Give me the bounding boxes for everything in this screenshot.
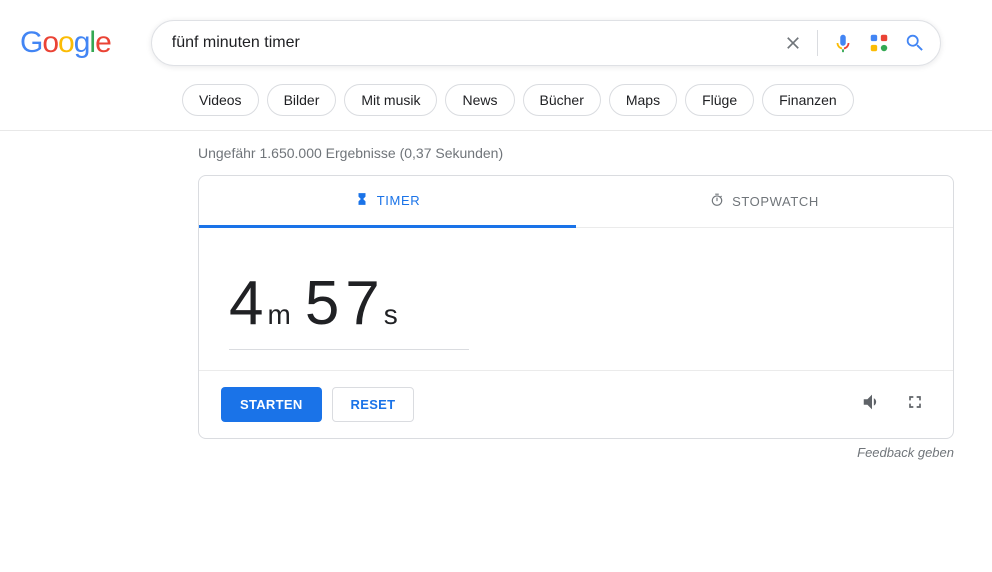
logo-char: o	[58, 26, 74, 60]
clear-icon[interactable]	[783, 33, 803, 53]
result-stats: Ungefähr 1.650.000 Ergebnisse (0,37 Seku…	[0, 131, 992, 175]
header: G o o g l e	[0, 0, 992, 76]
chip-finanzen[interactable]: Finanzen	[762, 84, 854, 116]
chip-maps[interactable]: Maps	[609, 84, 677, 116]
logo-char: g	[74, 26, 90, 60]
reset-button[interactable]: RESET	[332, 387, 415, 422]
timer-minutes: 4	[229, 268, 269, 339]
chip-buecher[interactable]: Bücher	[523, 84, 601, 116]
fullscreen-icon[interactable]	[899, 386, 931, 423]
tab-timer-label: TIMER	[377, 193, 420, 208]
hourglass-icon	[355, 192, 369, 209]
logo-char: e	[95, 26, 111, 60]
start-button[interactable]: STARTEN	[221, 387, 322, 422]
feedback-link[interactable]: Feedback geben	[198, 439, 954, 460]
divider	[817, 30, 818, 56]
sound-icon[interactable]	[855, 385, 889, 424]
search-tools	[783, 30, 926, 56]
timer-display[interactable]: 4 m 57 s	[229, 268, 923, 339]
chip-mit-musik[interactable]: Mit musik	[344, 84, 437, 116]
tab-timer[interactable]: TIMER	[199, 176, 576, 228]
widget-footer: STARTEN RESET	[199, 370, 953, 438]
chip-fluege[interactable]: Flüge	[685, 84, 754, 116]
search-bar[interactable]	[151, 20, 941, 66]
logo-char: o	[42, 26, 58, 60]
timer-widget: TIMER STOPWATCH 4 m 57 s STARTEN RESET	[198, 175, 954, 439]
tab-stopwatch[interactable]: STOPWATCH	[576, 176, 953, 227]
lens-icon[interactable]	[868, 32, 890, 54]
timer-body: 4 m 57 s	[199, 228, 953, 370]
chip-videos[interactable]: Videos	[182, 84, 259, 116]
timer-seconds-unit: s	[384, 299, 398, 331]
voice-search-icon[interactable]	[832, 32, 854, 54]
chip-news[interactable]: News	[445, 84, 514, 116]
filter-chips: Videos Bilder Mit musik News Bücher Maps…	[0, 76, 992, 130]
stopwatch-icon	[710, 193, 724, 210]
logo-char: G	[20, 26, 42, 60]
google-logo[interactable]: G o o g l e	[20, 26, 111, 60]
timer-underline	[229, 349, 469, 350]
chip-bilder[interactable]: Bilder	[267, 84, 337, 116]
timer-seconds: 57	[305, 268, 386, 339]
widget-tabs: TIMER STOPWATCH	[199, 176, 953, 228]
timer-minutes-unit: m	[267, 299, 290, 331]
search-input[interactable]	[172, 34, 783, 52]
tab-stopwatch-label: STOPWATCH	[732, 194, 819, 209]
search-icon[interactable]	[904, 32, 926, 54]
